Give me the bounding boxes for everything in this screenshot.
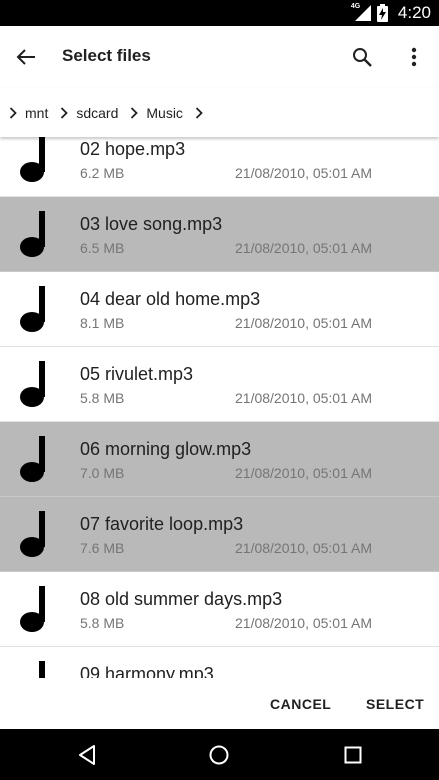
search-button[interactable] <box>346 41 378 73</box>
file-row[interactable]: 09 harmony.mp3 <box>0 647 439 678</box>
nav-back-icon <box>79 745 95 765</box>
file-date: 21/08/2010, 05:01 AM <box>235 615 372 631</box>
navigation-bar <box>0 729 439 780</box>
file-date: 21/08/2010, 05:01 AM <box>235 390 372 406</box>
file-name: 04 dear old home.mp3 <box>80 289 261 309</box>
search-icon <box>353 48 372 67</box>
file-size: 8.1 MB <box>80 315 125 331</box>
file-size: 5.8 MB <box>80 390 125 406</box>
file-size: 6.5 MB <box>80 240 125 256</box>
music-note-icon <box>18 137 58 184</box>
file-row[interactable]: 03 love song.mp3 6.5 MB 21/08/2010, 05:01 … <box>0 197 439 272</box>
nav-home-icon <box>209 745 229 765</box>
more-options-button[interactable] <box>398 41 430 73</box>
file-row[interactable]: 04 dear old home.mp3 8.1 MB 21/08/2010, 05… <box>0 272 439 347</box>
file-row[interactable]: 06 morning glow.mp3 7.0 MB 21/08/2010, 05:… <box>0 422 439 497</box>
signal-icon: 4G <box>351 3 371 21</box>
music-note-icon <box>18 659 58 678</box>
select-button[interactable]: SELECT <box>366 688 424 720</box>
music-note-icon <box>18 209 58 259</box>
file-picker-screen: 4G 4:20 Select files mnt sdcard Music 02… <box>0 0 439 780</box>
file-list-content: 02 hope.mp3 6.2 MB 21/08/2010, 05:01 AM 03 … <box>0 137 439 678</box>
file-row[interactable]: 08 old summer days.mp3 5.8 MB 21/08/2010, … <box>0 572 439 647</box>
chevron-right-icon <box>6 106 20 120</box>
music-note-icon <box>18 434 58 484</box>
breadcrumb-label: sdcard <box>76 104 119 121</box>
arrow-back-icon <box>16 49 35 65</box>
file-size: 6.2 MB <box>80 165 125 181</box>
status-bar: 4G 4:20 <box>0 0 439 26</box>
file-name: 05 rivulet.mp3 <box>80 364 194 384</box>
file-row[interactable]: 05 rivulet.mp3 5.8 MB 21/08/2010, 05:01 AM <box>0 347 439 422</box>
breadcrumb-trailing <box>192 88 211 137</box>
nav-recents-icon <box>344 746 362 764</box>
file-list[interactable]: 02 hope.mp3 6.2 MB 21/08/2010, 05:01 AM 03 … <box>0 137 439 678</box>
chevron-right-icon <box>192 106 206 120</box>
music-note-icon <box>18 359 58 409</box>
file-size: 7.0 MB <box>80 465 125 481</box>
file-date: 21/08/2010, 05:01 AM <box>235 240 372 256</box>
breadcrumb-item-music[interactable]: Music <box>127 88 192 137</box>
music-note-icon <box>18 284 58 334</box>
file-date: 21/08/2010, 05:01 AM <box>235 315 372 331</box>
nav-home-button[interactable] <box>203 739 235 771</box>
breadcrumb-item-sdcard[interactable]: sdcard <box>57 88 127 137</box>
file-date: 21/08/2010, 05:01 AM <box>235 465 372 481</box>
file-size: 5.8 MB <box>80 615 125 631</box>
cancel-button[interactable]: CANCEL <box>270 688 331 720</box>
file-date: 21/08/2010, 05:01 AM <box>235 540 372 556</box>
file-name: 07 favorite loop.mp3 <box>80 514 244 534</box>
more-vert-icon <box>411 47 417 67</box>
file-name: 09 harmony.mp3 <box>80 664 214 678</box>
status-time: 4:20 <box>397 3 431 22</box>
file-row[interactable]: 07 favorite loop.mp3 7.6 MB 21/08/2010, 05… <box>0 497 439 572</box>
nav-recents-button[interactable] <box>337 739 369 771</box>
page-title: Select files <box>62 46 151 65</box>
nav-back-button[interactable] <box>71 739 103 771</box>
breadcrumb-label: Music <box>146 104 183 121</box>
breadcrumb: mnt sdcard Music <box>0 88 439 137</box>
breadcrumb-label: mnt <box>25 104 49 121</box>
file-name: 08 old summer days.mp3 <box>80 589 283 609</box>
toolbar: Select files <box>0 26 439 88</box>
back-button[interactable] <box>10 41 42 73</box>
battery-charging-icon <box>376 4 388 22</box>
file-name: 06 morning glow.mp3 <box>80 439 252 459</box>
file-name: 03 love song.mp3 <box>80 214 223 234</box>
action-bar: CANCEL SELECT <box>0 678 439 729</box>
file-size: 7.6 MB <box>80 540 125 556</box>
file-name: 02 hope.mp3 <box>80 139 186 159</box>
music-note-icon <box>18 584 58 634</box>
music-note-icon <box>18 509 58 559</box>
chevron-right-icon <box>57 106 71 120</box>
breadcrumb-item-mnt[interactable]: mnt <box>6 88 57 137</box>
chevron-right-icon <box>127 106 141 120</box>
status-icons: 4G 4:20 <box>351 0 431 26</box>
file-row[interactable]: 02 hope.mp3 6.2 MB 21/08/2010, 05:01 AM <box>0 137 439 197</box>
file-date: 21/08/2010, 05:01 AM <box>235 165 372 181</box>
